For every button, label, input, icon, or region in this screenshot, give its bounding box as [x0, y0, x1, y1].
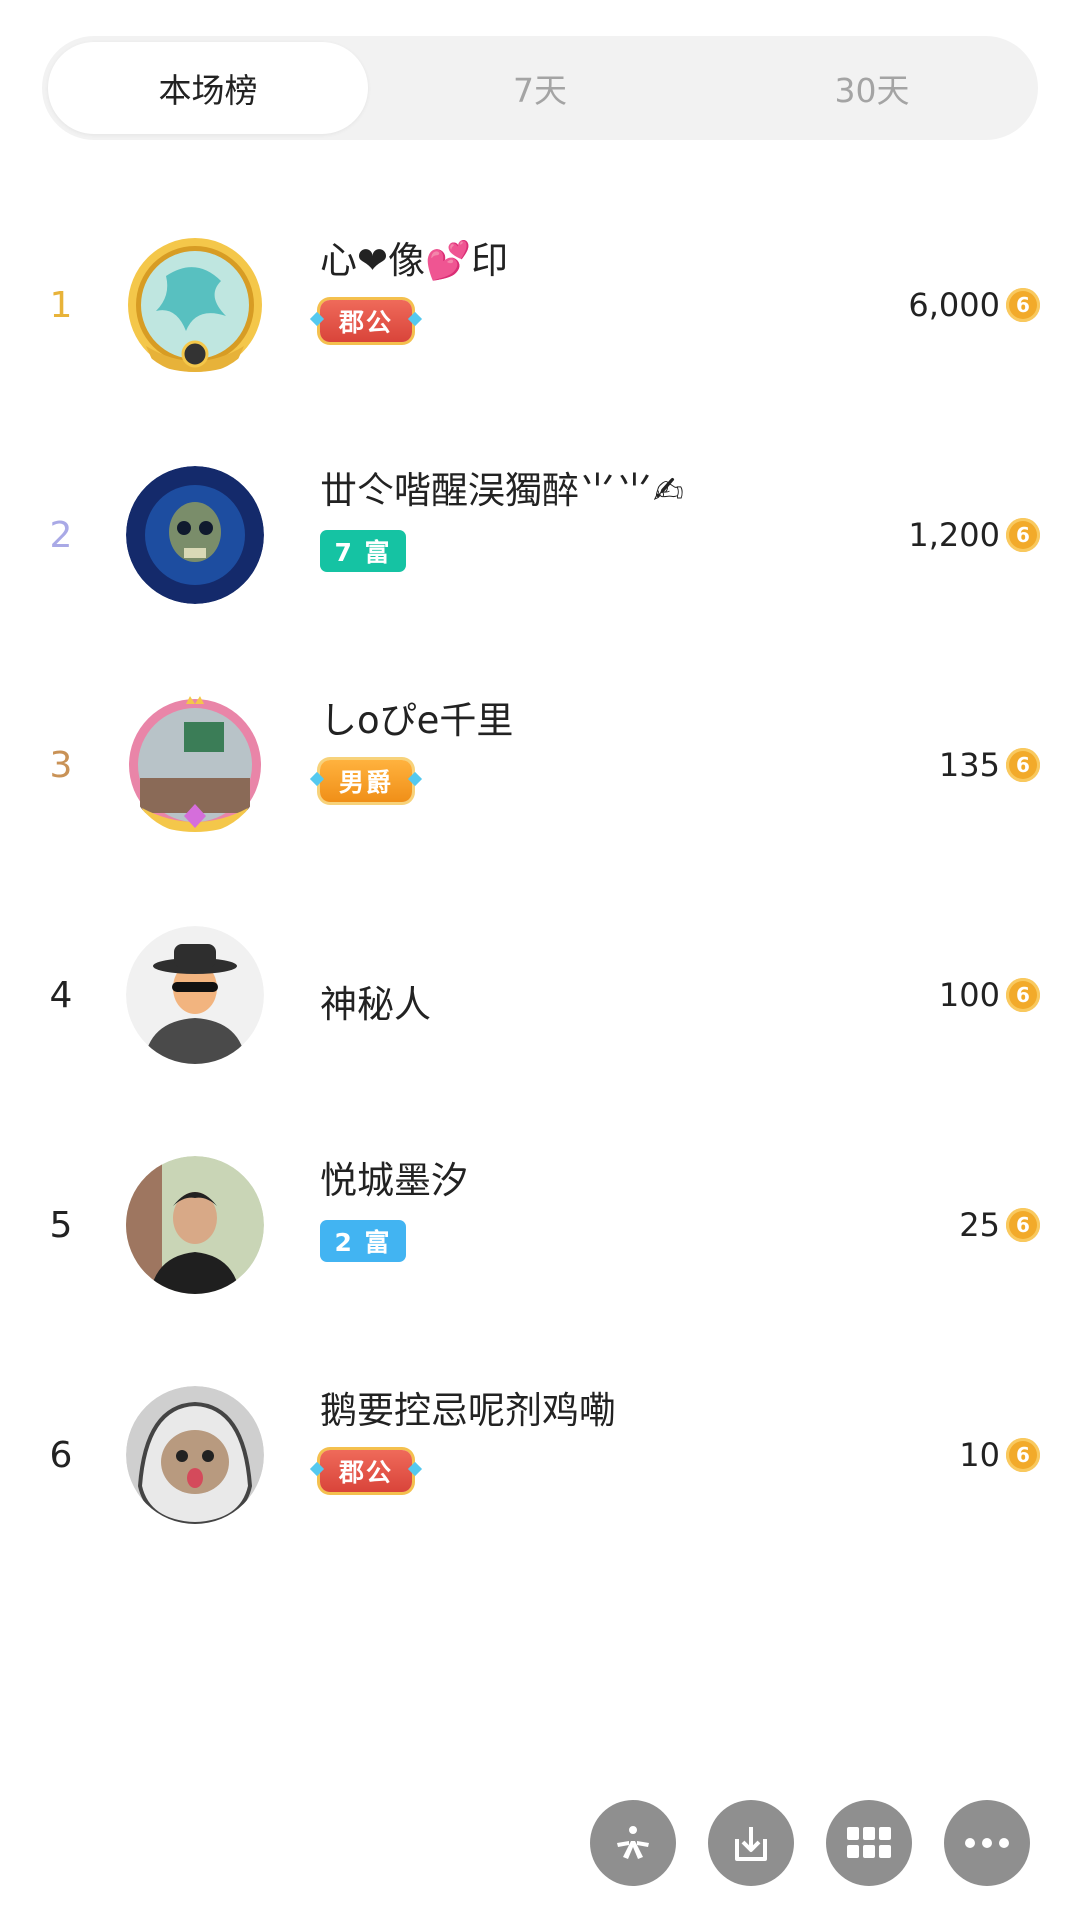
- gem-icon: [407, 771, 423, 787]
- ranking-row[interactable]: 2 丗仒喈醒洖獨醉⺌⺌✍ 7 富 1,200 6: [0, 420, 1080, 650]
- noble-title-badge: 郡公: [309, 300, 423, 342]
- tab-30-days[interactable]: 30天: [712, 42, 1032, 134]
- wealth-level-badge: 2 富: [320, 1220, 406, 1262]
- avatar[interactable]: [126, 1156, 264, 1294]
- gem-icon: [407, 1461, 423, 1477]
- grid-button[interactable]: [826, 1800, 912, 1886]
- gem-icon: [309, 311, 325, 327]
- rank-number: 2: [49, 514, 73, 556]
- download-button[interactable]: [708, 1800, 794, 1886]
- ranking-row[interactable]: 3 しoぴe千里 男爵 135 6: [0, 650, 1080, 880]
- more-button[interactable]: [944, 1800, 1030, 1886]
- avatar[interactable]: [126, 1386, 264, 1524]
- rank-number: 3: [49, 744, 73, 786]
- sparkle-icon: [617, 1826, 649, 1859]
- ranking-row[interactable]: 4 神秘人 100 6: [0, 880, 1080, 1110]
- rank-number: 5: [49, 1204, 73, 1246]
- badge-label: 郡公: [338, 308, 393, 337]
- bottom-toolbar: [0, 1800, 1080, 1886]
- avatar[interactable]: [126, 926, 264, 1064]
- avatar[interactable]: [126, 696, 264, 834]
- gem-icon: [407, 311, 423, 327]
- tab-this-session[interactable]: 本场榜: [48, 42, 368, 134]
- user-name: 悦城墨汐: [320, 1159, 468, 1202]
- coin-icon: 6: [1006, 978, 1040, 1012]
- coin-icon: 6: [1006, 518, 1040, 552]
- badge-label: 男爵: [338, 768, 393, 797]
- user-name: しoぴe千里: [320, 699, 514, 742]
- rank-number: 6: [49, 1434, 73, 1476]
- wealth-level-badge: 7 富: [320, 530, 406, 572]
- ranking-row[interactable]: 5 悦城墨汐 2 富 25 6: [0, 1110, 1080, 1340]
- user-name: 鹅要控忌呢剂鸡嘞: [320, 1389, 616, 1432]
- noble-title-badge: 男爵: [309, 760, 423, 802]
- score-value: 1,200: [908, 516, 1000, 554]
- coin-icon: 6: [1006, 288, 1040, 322]
- score-value: 10: [959, 1436, 1000, 1474]
- gem-icon: [309, 1461, 325, 1477]
- user-name: 心❤像💕印: [320, 239, 509, 282]
- badge-label: 郡公: [338, 1458, 393, 1487]
- avatar[interactable]: [126, 466, 264, 604]
- ranking-list: 1 心❤像💕印 郡公 6,000 6 2 丗仒喈醒洖獨醉⺌⺌✍ 7 富 1,20…: [0, 190, 1080, 1570]
- user-name: 丗仒喈醒洖獨醉⺌⺌✍: [320, 469, 685, 512]
- score-value: 25: [959, 1206, 1000, 1244]
- score-value: 6,000: [908, 286, 1000, 324]
- coin-icon: 6: [1006, 1208, 1040, 1242]
- avatar[interactable]: [126, 236, 264, 374]
- ranking-row[interactable]: 1 心❤像💕印 郡公 6,000 6: [0, 190, 1080, 420]
- rank-number: 4: [49, 974, 73, 1016]
- coin-icon: 6: [1006, 1438, 1040, 1472]
- rank-number: 1: [49, 284, 73, 326]
- sparkle-button[interactable]: [590, 1800, 676, 1886]
- user-name: 神秘人: [320, 983, 431, 1026]
- score-value: 135: [938, 746, 1000, 784]
- download-icon: [735, 1827, 767, 1861]
- tab-7-days[interactable]: 7天: [380, 42, 700, 134]
- grid-icon: [847, 1827, 891, 1858]
- score-value: 100: [938, 976, 1000, 1014]
- ranking-row[interactable]: 6 鹅要控忌呢剂鸡嘞 郡公 10 6: [0, 1340, 1080, 1570]
- noble-title-badge: 郡公: [309, 1450, 423, 1492]
- gem-icon: [309, 771, 325, 787]
- ranking-tabs: 本场榜 7天 30天: [42, 36, 1038, 140]
- coin-icon: 6: [1006, 748, 1040, 782]
- more-icon: [965, 1838, 1009, 1848]
